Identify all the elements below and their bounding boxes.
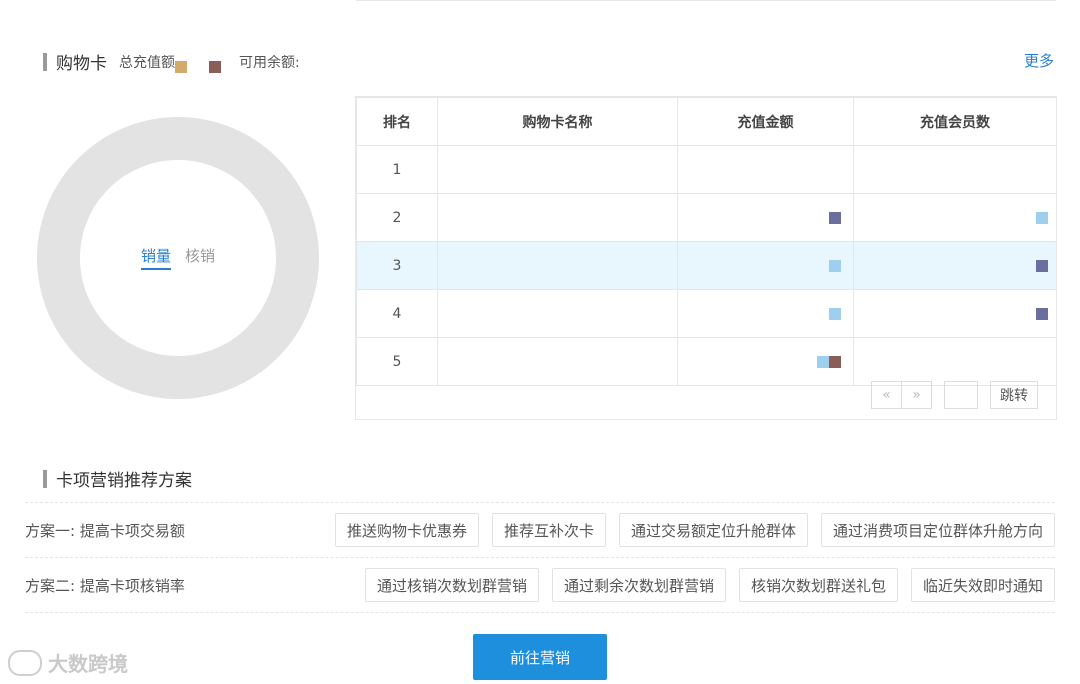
available-balance-label: 可用余额:: [239, 54, 300, 71]
amount-cell: [677, 289, 854, 338]
table-row[interactable]: 1: [356, 145, 1057, 194]
card-name-cell: [437, 193, 678, 242]
plan-actions: 推送购物卡优惠券 推荐互补次卡 通过交易额定位升舱群体 通过消费项目定位群体升舱…: [334, 513, 1055, 547]
tab-redemption[interactable]: 核销: [185, 245, 215, 270]
card-name-cell: [437, 241, 678, 290]
amount-marker: [829, 356, 841, 368]
amount-marker: [817, 356, 829, 368]
amount-marker: [829, 212, 841, 224]
total-recharge-label: 总充值额: [119, 54, 175, 71]
member-count-cell: [853, 241, 1057, 290]
plan-label: 方案一: 提高卡项交易额: [25, 521, 185, 540]
table-row[interactable]: 5: [356, 337, 1057, 386]
donut-tabs: 销量 核销: [37, 245, 319, 270]
upgrade-by-item-button[interactable]: 通过消费项目定位群体升舱方向: [820, 513, 1055, 547]
rank-cell: 3: [356, 241, 438, 290]
header-rank[interactable]: 排名: [356, 97, 438, 146]
amount-cell: [677, 337, 854, 386]
plan-divider: [25, 612, 1055, 613]
rank-cell: 2: [356, 193, 438, 242]
push-coupon-button[interactable]: 推送购物卡优惠券: [334, 513, 479, 547]
legend-swatch-brown: [209, 60, 221, 73]
card-name-cell: [437, 337, 678, 386]
segment-by-remaining-button[interactable]: 通过剩余次数划群营销: [551, 568, 726, 602]
table-row[interactable]: 2: [356, 193, 1057, 242]
next-page-button[interactable]: »: [901, 382, 931, 408]
table-header-row: 排名 购物卡名称 充值金额 充值会员数: [356, 97, 1057, 146]
amount-cell: [677, 145, 854, 194]
amount-cell: [677, 241, 854, 290]
rank-cell: 1: [356, 145, 438, 194]
amount-cell: [677, 193, 854, 242]
recommend-complement-card-button[interactable]: 推荐互补次卡: [491, 513, 606, 547]
pagination: « » 跳转: [871, 381, 1038, 409]
tab-sales[interactable]: 销量: [140, 245, 171, 270]
prev-page-button[interactable]: «: [872, 382, 901, 408]
header-recharge-amount[interactable]: 充值金额: [677, 97, 854, 146]
upgrade-by-amount-button[interactable]: 通过交易额定位升舱群体: [618, 513, 808, 547]
watermark: 大数跨境: [8, 648, 128, 677]
amount-marker: [829, 308, 841, 320]
legend-swatch-gold: [175, 60, 187, 73]
segment-by-redemptions-button[interactable]: 通过核销次数划群营销: [364, 568, 539, 602]
member-count-cell: [853, 193, 1057, 242]
donut-chart: 销量 核销: [37, 117, 319, 399]
table-row-selected[interactable]: 3: [356, 241, 1057, 290]
card-section-header: 购物卡 总充值额 可用余额:: [43, 49, 300, 74]
member-marker: [1036, 308, 1048, 320]
plan-row-1: 方案一: 提高卡项交易额 推送购物卡优惠券 推荐互补次卡 通过交易额定位升舱群体…: [25, 502, 1055, 557]
page-nav: « »: [871, 381, 932, 409]
ranking-table: 排名 购物卡名称 充值金额 充值会员数 1 2 3 4 5 « » 跳转: [355, 96, 1057, 420]
member-count-cell: [853, 289, 1057, 338]
plan-actions: 通过核销次数划群营销 通过剩余次数划群营销 核销次数划群送礼包 临近失效即时通知: [364, 568, 1055, 602]
marketing-section-header: 卡项营销推荐方案: [43, 466, 192, 491]
expiry-notice-button[interactable]: 临近失效即时通知: [910, 568, 1055, 602]
member-count-cell: [853, 337, 1057, 386]
section-marker: [43, 52, 47, 71]
page-number-input[interactable]: [944, 381, 978, 409]
header-card-name[interactable]: 购物卡名称: [437, 97, 678, 146]
more-link[interactable]: 更多: [1024, 50, 1054, 71]
plan-label: 方案二: 提高卡项核销率: [25, 576, 185, 595]
go-marketing-button[interactable]: 前往营销: [473, 634, 607, 680]
rank-cell: 5: [356, 337, 438, 386]
header-member-count[interactable]: 充值会员数: [853, 97, 1057, 146]
send-gift-button[interactable]: 核销次数划群送礼包: [738, 568, 898, 602]
card-name-cell: [437, 145, 678, 194]
plan-row-2: 方案二: 提高卡项核销率 通过核销次数划群营销 通过剩余次数划群营销 核销次数划…: [25, 557, 1055, 612]
watermark-text: 大数跨境: [48, 652, 128, 676]
top-divider: [356, 0, 1056, 1]
card-name-cell: [437, 289, 678, 338]
amount-marker: [829, 260, 841, 272]
section-marker: [43, 469, 47, 488]
watermark-logo-icon: [8, 649, 42, 676]
jump-button[interactable]: 跳转: [990, 381, 1038, 409]
member-marker: [1036, 212, 1048, 224]
table-row[interactable]: 4: [356, 289, 1057, 338]
card-section-title: 购物卡: [56, 54, 107, 74]
member-count-cell: [853, 145, 1057, 194]
marketing-section-title: 卡项营销推荐方案: [56, 471, 192, 491]
rank-cell: 4: [356, 289, 438, 338]
member-marker: [1036, 260, 1048, 272]
